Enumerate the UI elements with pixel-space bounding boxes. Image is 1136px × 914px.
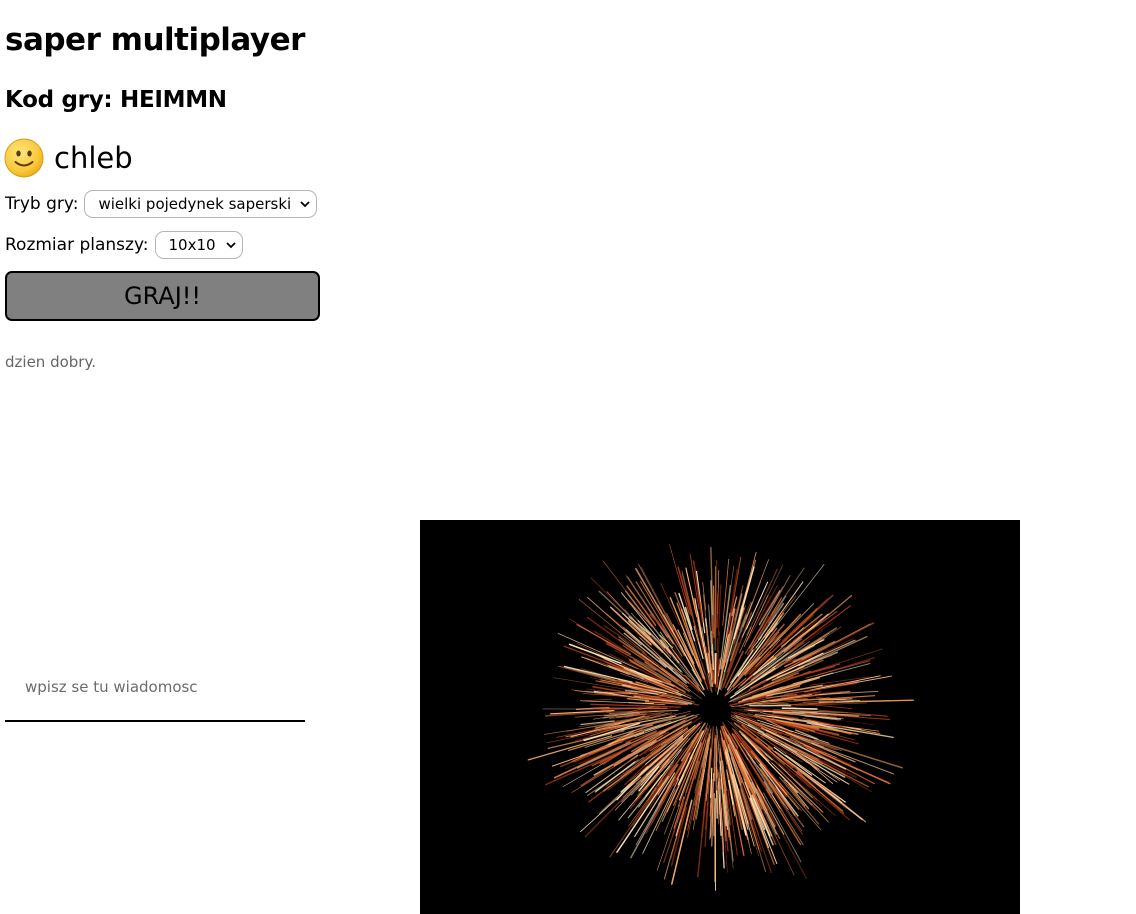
- board-size-select[interactable]: 10x10: [154, 231, 243, 259]
- game-code: Kod gry: HEIMMN: [5, 87, 227, 113]
- game-mode-label: Tryb gry:: [5, 194, 79, 214]
- board-size-value: 10x10: [168, 236, 216, 254]
- chevron-down-icon: [300, 201, 311, 208]
- status-message: dzien dobry.: [5, 353, 96, 371]
- fireworks-graphic: [527, 544, 914, 891]
- board-size-label: Rozmiar planszy:: [5, 235, 149, 255]
- chat-message-input[interactable]: [5, 654, 305, 722]
- player-name: chleb: [54, 141, 133, 175]
- player-info: chleb: [4, 138, 133, 178]
- board-size-row: Rozmiar planszy: 10x10: [5, 231, 243, 259]
- play-button[interactable]: GRAJ!!: [5, 271, 320, 321]
- smiley-face-icon: [4, 138, 44, 178]
- game-mode-value: wielki pojedynek saperski: [98, 195, 292, 213]
- game-mode-row: Tryb gry: wielki pojedynek saperski: [5, 190, 318, 218]
- game-mode-select[interactable]: wielki pojedynek saperski: [84, 190, 318, 218]
- page-title: saper multiplayer: [5, 22, 305, 58]
- fireworks-image: [420, 520, 1020, 914]
- chevron-down-icon: [225, 242, 236, 249]
